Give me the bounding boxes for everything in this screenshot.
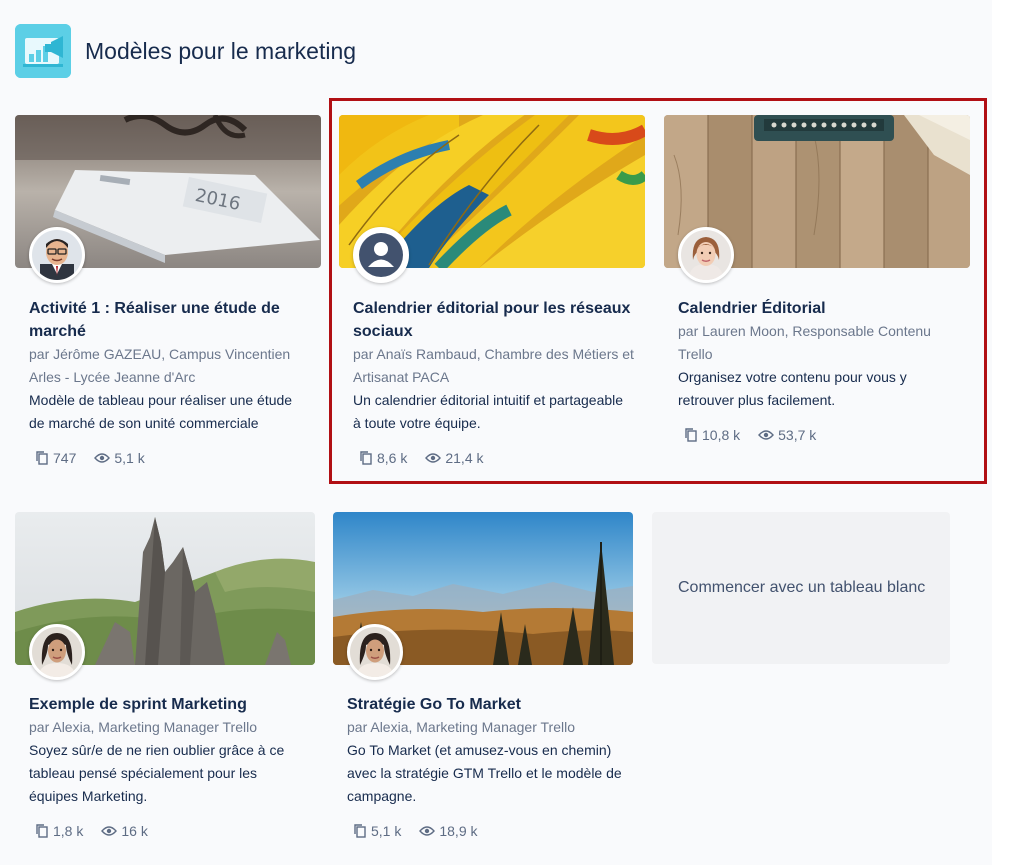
card-description: Modèle de tableau pour réaliser une étud…: [29, 392, 293, 431]
page-title: Modèles pour le marketing: [85, 38, 357, 64]
card-author: par Jérôme GAZEAU, Campus Vincentien Arl…: [29, 346, 291, 385]
copy-icon: [354, 824, 366, 838]
author-avatar[interactable]: [347, 624, 403, 680]
card-description: Soyez sûr/e de ne rien oublier grâce à c…: [29, 742, 285, 804]
blank-board-button[interactable]: Commencer avec un tableau blanc: [652, 512, 950, 664]
card-title[interactable]: Activité 1 : Réaliser une étude de march…: [29, 297, 319, 343]
author-avatar[interactable]: [29, 624, 85, 680]
copy-count: 5,1 k: [371, 823, 402, 839]
card-author: par Alexia, Marketing Manager Trello: [29, 719, 257, 735]
author-avatar[interactable]: [29, 227, 85, 283]
copy-icon: [36, 824, 48, 838]
eye-icon: [419, 826, 436, 836]
copy-count: 747: [53, 450, 77, 466]
view-count: 16 k: [121, 823, 148, 839]
eye-icon: [94, 453, 111, 463]
template-card-market-study[interactable]: 2016 Activité 1 : Réaliser une étude de …: [15, 115, 321, 475]
card-title[interactable]: Exemple de sprint Marketing: [29, 693, 313, 716]
highlight-box: [329, 98, 987, 484]
card-stats: 5,1 k 18,9 k: [353, 823, 478, 839]
copy-count: 1,8 k: [53, 823, 84, 839]
blank-board-label: Commencer avec un tableau blanc: [678, 579, 926, 596]
template-card-go-to-market[interactable]: Stratégie Go To Market par Alexia, Marke…: [333, 512, 633, 857]
card-description: Go To Market (et amusez-vous en chemin) …: [347, 742, 622, 804]
marketing-megaphone-icon: [15, 24, 71, 78]
card-stats: 1,8 k 16 k: [35, 823, 148, 839]
copy-icon: [36, 451, 48, 465]
view-count: 5,1 k: [114, 450, 145, 466]
view-count: 18,9 k: [439, 823, 478, 839]
template-card-marketing-sprint[interactable]: Exemple de sprint Marketing par Alexia, …: [15, 512, 315, 857]
card-title[interactable]: Stratégie Go To Market: [347, 693, 631, 716]
card-stats: 747 5,1 k: [35, 450, 145, 466]
eye-icon: [101, 826, 118, 836]
card-author: par Alexia, Marketing Manager Trello: [347, 719, 575, 735]
